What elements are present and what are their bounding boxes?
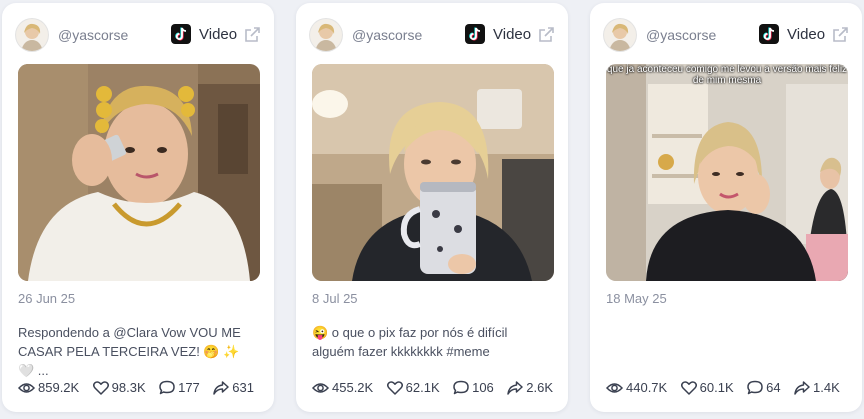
share-icon — [507, 381, 523, 396]
external-link-icon[interactable] — [536, 25, 556, 45]
post-card[interactable]: @yascorse Video que ja aconteceu comigo … — [590, 3, 862, 412]
external-link-icon[interactable] — [830, 25, 850, 45]
tiktok-icon — [759, 24, 779, 44]
avatar[interactable] — [310, 19, 342, 51]
views-stat: 440.7K — [605, 380, 668, 396]
views-stat: 859.2K — [17, 380, 80, 396]
likes-count: 62.1K — [405, 380, 440, 396]
card-header: @yascorse Video — [604, 19, 848, 51]
eye-icon — [605, 383, 624, 394]
post-type-label: Video — [493, 26, 532, 43]
shares-count: 1.4K — [813, 380, 840, 396]
comment-icon — [159, 381, 175, 395]
heart-icon — [680, 381, 697, 396]
account-handle[interactable]: @yascorse — [646, 27, 716, 43]
avatar[interactable] — [604, 19, 636, 51]
comments-stat: 177 — [159, 380, 200, 395]
likes-stat: 98.3K — [92, 380, 146, 396]
avatar[interactable] — [16, 19, 48, 51]
post-type-label: Video — [787, 26, 826, 43]
card-header: @yascorse Video — [16, 19, 260, 51]
video-thumbnail[interactable] — [18, 64, 260, 281]
tiktok-icon — [465, 24, 485, 44]
shares-stat: 631 — [213, 380, 254, 395]
comments-count: 106 — [472, 380, 494, 396]
account-handle[interactable]: @yascorse — [352, 27, 422, 43]
post-date: 18 May 25 — [606, 291, 667, 306]
post-stats: 455.2K 62.1K 106 2.6K — [311, 379, 562, 399]
views-count: 859.2K — [38, 380, 80, 396]
comments-stat: 106 — [453, 380, 494, 395]
comment-icon — [747, 381, 763, 395]
heart-icon — [386, 381, 403, 396]
likes-stat: 62.1K — [386, 380, 440, 396]
share-icon — [794, 381, 810, 396]
post-type-label: Video — [199, 26, 238, 43]
shares-stat: 2.6K — [507, 380, 553, 395]
post-date: 26 Jun 25 — [18, 291, 76, 306]
post-caption: Respondendo a @Clara Vow VOU ME CASAR PE… — [18, 325, 241, 378]
likes-stat: 60.1K — [680, 380, 734, 396]
post-caption: 😜 o que o pix faz por nós é difícil algu… — [312, 325, 508, 359]
comments-count: 64 — [766, 380, 781, 396]
tiktok-icon — [171, 24, 191, 44]
views-stat: 455.2K — [311, 380, 374, 396]
account-handle[interactable]: @yascorse — [58, 27, 128, 43]
eye-icon — [311, 383, 330, 394]
shares-count: 631 — [232, 380, 254, 396]
comments-stat: 64 — [747, 380, 781, 396]
card-header: @yascorse Video — [310, 19, 554, 51]
post-card[interactable]: @yascorse Video 8 Jul 25 😜 o que o pix f… — [296, 3, 568, 412]
post-stats: 859.2K 98.3K 177 631 — [17, 379, 263, 399]
comment-icon — [453, 381, 469, 395]
likes-count: 60.1K — [699, 380, 734, 396]
post-card[interactable]: @yascorse Video 26 Jun 25 Respondendo a … — [2, 3, 274, 412]
share-icon — [213, 381, 229, 396]
likes-count: 98.3K — [111, 380, 146, 396]
post-date: 8 Jul 25 — [312, 291, 358, 306]
views-count: 455.2K — [332, 380, 374, 396]
video-overlay-caption: que ja aconteceu comigo me levou a versã… — [606, 64, 848, 86]
video-thumbnail[interactable] — [312, 64, 554, 281]
comments-count: 177 — [178, 380, 200, 396]
video-thumbnail[interactable]: que ja aconteceu comigo me levou a versã… — [606, 64, 848, 281]
eye-icon — [17, 383, 36, 394]
external-link-icon[interactable] — [242, 25, 262, 45]
heart-icon — [92, 381, 109, 396]
post-stats: 440.7K 60.1K 64 1.4K — [605, 379, 849, 399]
shares-stat: 1.4K — [794, 380, 840, 395]
views-count: 440.7K — [626, 380, 668, 396]
shares-count: 2.6K — [526, 380, 553, 396]
